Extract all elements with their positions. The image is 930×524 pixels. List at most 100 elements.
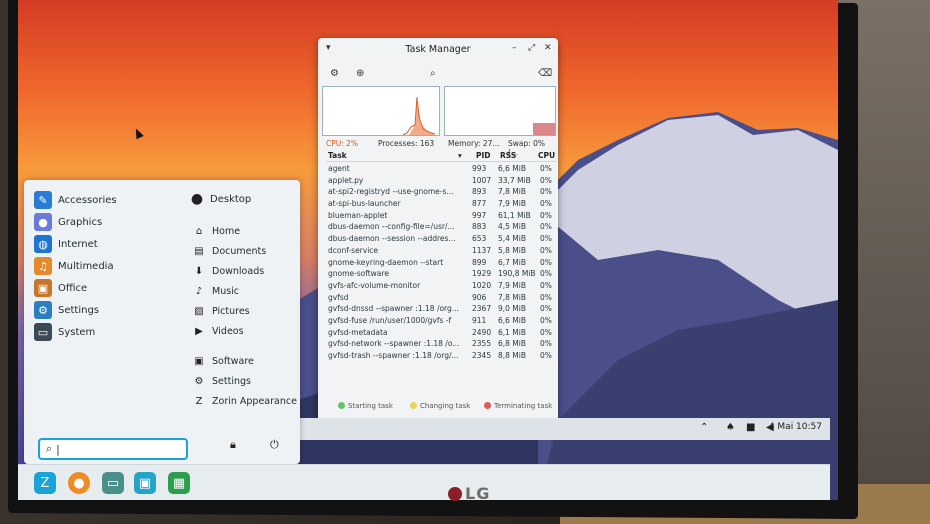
action-settings[interactable]: ⚙ Settings <box>192 372 251 390</box>
category-system[interactable]: ▭ System <box>34 322 95 342</box>
table-row[interactable]: blueman-applet 997 61,1 MiB 0% <box>326 211 556 223</box>
place-downloads[interactable]: ⬇ Downloads <box>192 262 264 280</box>
category-internet[interactable]: ◍ Internet <box>34 234 98 254</box>
files-icon[interactable]: ▭ <box>102 472 124 494</box>
category-label: Multimedia <box>58 260 114 272</box>
table-row[interactable]: gnome-software 1929 190,8 MiB 0% <box>326 269 556 281</box>
process-cpu: 0% <box>540 339 552 349</box>
process-pid: 911 <box>472 315 487 325</box>
table-header[interactable]: Task ▾ PID RSS CPU <box>326 150 556 162</box>
category-office[interactable]: ▣ Office <box>34 278 87 298</box>
table-row[interactable]: gvfsd-metadata 2490 6,1 MiB 0% <box>326 328 556 340</box>
process-rss: 4,5 MiB <box>498 222 527 232</box>
category-multimedia[interactable]: ♫ Multimedia <box>34 256 114 276</box>
minimize-button[interactable]: – <box>512 43 517 53</box>
process-pid: 2490 <box>472 327 492 337</box>
firefox-icon[interactable]: ● <box>68 472 90 494</box>
settings-icon: ⚙ <box>194 375 204 387</box>
category-settings[interactable]: ⚙ Settings <box>34 300 99 320</box>
process-name: blueman-applet <box>328 210 388 220</box>
clock[interactable]: 4 Mai 10:57 <box>769 422 822 432</box>
place-music[interactable]: ♪ Music <box>192 282 239 300</box>
place-pictures[interactable]: ▨ Pictures <box>192 302 249 320</box>
power-icon[interactable]: ⏻ <box>270 438 279 452</box>
process-name: gvfs-afc-volume-monitor <box>328 280 421 290</box>
process-cpu: 0% <box>540 292 552 302</box>
process-name: gvfsd-metadata <box>328 327 388 337</box>
close-button[interactable]: ✕ <box>544 43 552 53</box>
table-row[interactable]: gvfsd-fuse /run/user/1000/gvfs -f 911 6,6 … <box>326 316 556 328</box>
column-cpu[interactable]: CPU <box>538 151 555 160</box>
table-row[interactable]: applet.py 1007 33,7 MiB 0% <box>326 176 556 188</box>
table-row[interactable]: dconf-service 1137 5,8 MiB 0% <box>326 246 556 258</box>
process-cpu: 0% <box>540 257 552 267</box>
downloads-icon: ⬇ <box>194 265 204 277</box>
notification-bell-icon[interactable]: ♠ <box>726 422 735 433</box>
table-row[interactable]: at-spi-bus-launcher 877 7,9 MiB 0% <box>326 199 556 211</box>
column-pid[interactable]: PID <box>476 151 491 160</box>
process-rss: 33,7 MiB <box>498 175 531 185</box>
place-videos[interactable]: ▶ Videos <box>192 322 243 340</box>
process-cpu: 0% <box>540 269 552 279</box>
table-row[interactable]: dbus-daemon --session --addres... 653 5,4 … <box>326 234 556 246</box>
maximize-button[interactable]: ⤢ <box>528 43 535 53</box>
start-menu: ✎ Accessories ● Graphics ◍ Internet ♫ Multimedi… <box>24 180 300 464</box>
software-store-icon[interactable]: ▣ <box>134 472 156 494</box>
table-row[interactable]: gvfsd-trash --spawner :1.18 /org/... 2345… <box>326 351 556 363</box>
table-row[interactable]: gvfsd-network --spawner :1.18 /o... 2355 6… <box>326 339 556 351</box>
table-row[interactable]: dbus-daemon --config-file=/usr/... 883 4,5… <box>326 222 556 234</box>
place-home[interactable]: ⌂ Home <box>192 222 240 240</box>
sort-chevron-down-icon[interactable]: ▾ <box>458 151 462 160</box>
process-name: gvfsd-network --spawner :1.18 /o... <box>328 339 460 349</box>
yellow-dot-icon <box>410 402 417 409</box>
pictures-icon: ▨ <box>194 305 204 317</box>
process-cpu: 0% <box>540 327 552 337</box>
internet-icon: ◍ <box>34 235 52 253</box>
column-task[interactable]: Task <box>328 151 347 160</box>
clear-icon[interactable]: ⌫ <box>538 68 552 79</box>
lock-icon[interactable]: 🔒︎ <box>230 438 236 452</box>
table-row[interactable]: at-spi2-registryd --use-gnome-s... 893 7,8… <box>326 187 556 199</box>
category-accessories[interactable]: ✎ Accessories <box>34 190 117 210</box>
category-label: System <box>58 326 96 338</box>
search-icon: ⌕ <box>46 442 53 455</box>
stats-bar: CPU: 2% Processes: 163 Memory: 27... Swa… <box>326 139 556 157</box>
table-row[interactable]: agent 993 6,6 MiB 0% <box>326 164 556 176</box>
category-graphics[interactable]: ● Graphics <box>34 212 102 232</box>
process-cpu: 0% <box>540 315 552 325</box>
process-cpu: 0% <box>540 234 552 244</box>
process-name: gnome-keyring-daemon --start <box>328 257 444 267</box>
table-row[interactable]: gvfs-afc-volume-monitor 1020 7,9 MiB 0% <box>326 281 556 293</box>
zorin-menu-icon[interactable]: Z <box>34 472 56 494</box>
memory-graph-fill <box>533 123 555 135</box>
chevron-up-icon[interactable]: ⌃ <box>700 422 708 433</box>
settings-gear-icon[interactable]: ⚙ <box>330 68 339 79</box>
table-row[interactable]: gvfsd 906 7,8 MiB 0% <box>326 293 556 305</box>
search-input[interactable]: ⌕ | <box>38 438 188 460</box>
process-pid: 653 <box>472 234 487 244</box>
category-label: Accessories <box>58 194 117 206</box>
action-software[interactable]: ▣ Software <box>192 352 254 370</box>
legend-starting: Starting task <box>338 402 393 410</box>
table-row[interactable]: gnome-keyring-daemon --start 899 6,7 MiB 0% <box>326 258 556 270</box>
column-rss[interactable]: RSS <box>500 151 516 160</box>
legend-terminating: Terminating task <box>484 402 552 410</box>
legend: Starting task Changing task Terminating … <box>338 400 558 414</box>
user-entry[interactable]: ● Desktop <box>190 190 251 208</box>
target-icon[interactable]: ⊕ <box>356 68 364 79</box>
table-row[interactable]: gvfsd-dnssd --spawner :1.18 /org... 2367 9… <box>326 304 556 316</box>
search-icon[interactable]: ⌕ <box>430 68 436 79</box>
action-zorin-appearance[interactable]: Z Zorin Appearance <box>192 392 297 410</box>
process-pid: 1007 <box>472 175 492 185</box>
task-manager-window[interactable]: ▾ Task Manager – ⤢ ✕ ⚙ ⊕ ⌕ ⌫ CPU: 2% Pro… <box>318 38 558 424</box>
lock-tray-icon[interactable]: ■ <box>746 422 755 433</box>
process-name: at-spi-bus-launcher <box>328 199 401 209</box>
category-label: Graphics <box>58 216 103 228</box>
category-label: Settings <box>58 304 100 316</box>
process-pid: 883 <box>472 222 487 232</box>
task-manager-taskbar-icon[interactable]: ▦ <box>168 472 190 494</box>
place-documents[interactable]: ▤ Documents <box>192 242 266 260</box>
process-rss: 9,0 MiB <box>498 304 527 314</box>
office-icon: ▣ <box>34 279 52 297</box>
system-icon: ▭ <box>34 323 52 341</box>
